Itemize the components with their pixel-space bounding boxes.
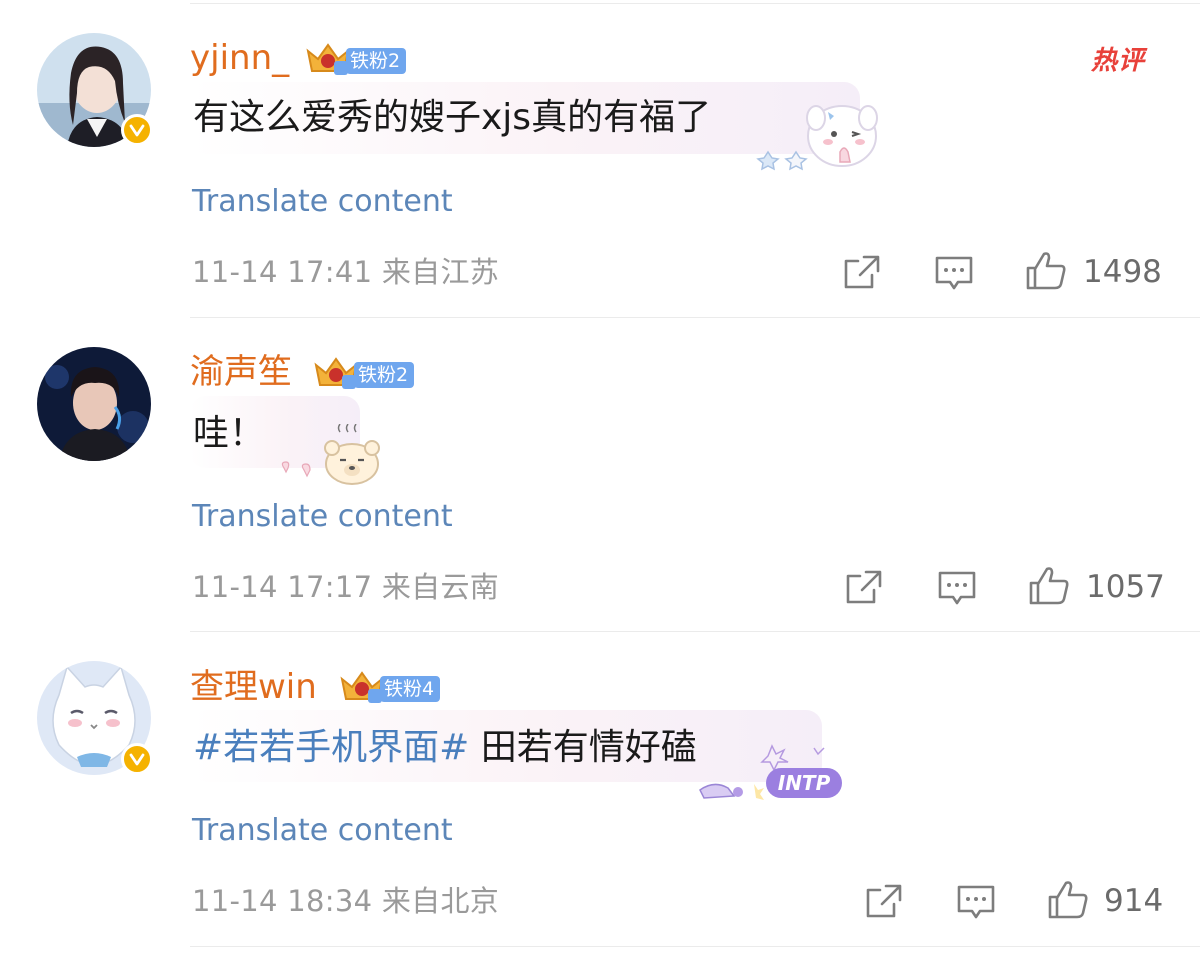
- fan-badge: 铁粉2: [312, 355, 415, 395]
- comment-icon[interactable]: [934, 254, 974, 296]
- verified-icon: [121, 743, 153, 775]
- comment-meta: 11-14 18:34 来自北京: [192, 884, 500, 918]
- comment-icon[interactable]: [937, 569, 977, 611]
- comment-text: 有这么爱秀的嫂子xjs真的有福了: [193, 97, 712, 138]
- fan-label: 铁粉4: [380, 676, 441, 702]
- comment-meta: 11-14 17:17 来自云南: [192, 570, 500, 604]
- crown-badge-icon: [338, 669, 386, 709]
- fan-badge: 铁粉2: [304, 41, 407, 81]
- sticker-text: INTP: [778, 771, 831, 795]
- share-icon[interactable]: [844, 568, 884, 610]
- comment-icon[interactable]: [956, 883, 996, 925]
- like-icon[interactable]: [1024, 250, 1068, 296]
- fan-label: 铁粉2: [354, 362, 415, 388]
- like-count: 1498: [1083, 254, 1162, 290]
- username[interactable]: 查理win: [190, 667, 317, 707]
- comment-text: #若若手机界面# 田若有情好磕: [193, 726, 697, 770]
- translate-link[interactable]: Translate content: [192, 184, 453, 220]
- share-icon[interactable]: [842, 253, 882, 295]
- avatar[interactable]: [37, 347, 151, 461]
- comment-divider: [190, 946, 1200, 947]
- hot-comment-tag: 热评: [1091, 46, 1146, 76]
- username[interactable]: yjinn_: [190, 38, 289, 78]
- share-icon[interactable]: [864, 882, 904, 924]
- fan-badge: 铁粉4: [338, 669, 441, 709]
- topic-hashtag-link[interactable]: #若若手机界面#: [193, 727, 469, 768]
- like-icon[interactable]: [1046, 879, 1090, 925]
- translate-link[interactable]: Translate content: [192, 813, 453, 849]
- comment-meta: 11-14 17:41 来自江苏: [192, 255, 500, 289]
- comment-divider: [190, 317, 1200, 318]
- bear-sticker-icon: [276, 423, 384, 492]
- bunny-sticker-icon: [756, 92, 880, 178]
- intp-sticker: INTP: [694, 740, 844, 808]
- verified-icon: [121, 114, 153, 146]
- fan-label: 铁粉2: [346, 48, 407, 74]
- like-icon[interactable]: [1027, 565, 1071, 611]
- like-count: 914: [1104, 883, 1164, 919]
- comment-body: 田若有情好磕: [469, 727, 697, 768]
- username[interactable]: 渝声笙: [190, 352, 292, 392]
- top-divider: [190, 3, 1200, 4]
- comment-text: 哇！: [193, 413, 266, 454]
- crown-badge-icon: [312, 355, 360, 395]
- crown-badge-icon: [304, 41, 352, 81]
- like-count: 1057: [1086, 569, 1165, 605]
- translate-link[interactable]: Translate content: [192, 499, 453, 535]
- comment-divider: [190, 631, 1200, 632]
